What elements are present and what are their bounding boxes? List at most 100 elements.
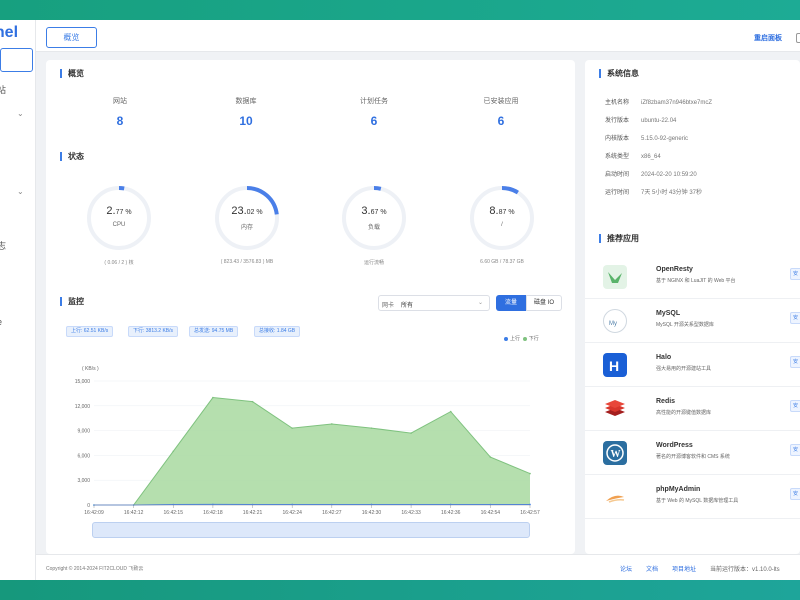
gauge-memory[interactable]: 23.02 % 内存 ( 823.43 / 3576.83 ) MB [212, 183, 282, 265]
x-tick-label: 16:42:18 [203, 510, 223, 516]
upload-point [489, 503, 492, 506]
sidebar-item-3[interactable] [0, 132, 35, 150]
nic-select[interactable]: 所有 ⌄ [378, 295, 490, 311]
gauge-cpu[interactable]: 2.77 % CPU ( 0.06 / 2 ) 核 [84, 183, 154, 266]
project-link[interactable]: 项目地址 [672, 564, 696, 573]
app-name: phpMyAdmin [656, 486, 701, 493]
svg-text:W: W [611, 449, 621, 460]
total-received-tag: 总接收: 1.84 GB [254, 326, 301, 337]
sidebar: anel 站 ⌄ ⌄ 志 f t e [0, 20, 36, 580]
download-point [291, 427, 293, 429]
x-tick-label: 16:42:24 [282, 510, 302, 516]
stat-websites[interactable]: 网站 8 [65, 96, 175, 128]
tab-overview[interactable]: 概览 [46, 27, 97, 48]
docs-link[interactable]: 文档 [646, 564, 658, 573]
upload-point [410, 503, 412, 506]
chart-zoom-slider[interactable] [92, 522, 530, 538]
install-button[interactable]: 安 [790, 268, 800, 280]
gauge-value-frac: 77 % [115, 209, 132, 216]
sidebar-item-home[interactable] [0, 48, 33, 72]
stat-cron-jobs[interactable]: 计划任务 6 [319, 96, 429, 128]
legend-down-label[interactable]: 下行 [529, 336, 539, 342]
card-title: 监控 [60, 297, 84, 306]
download-rate-tag: 下行: 3813.2 KB/s [128, 326, 179, 337]
sidebar-item-4[interactable] [0, 158, 35, 176]
stat-databases[interactable]: 数据库 10 [191, 96, 301, 128]
info-key: 内核版本 [605, 136, 630, 142]
y-tick-label: 3,000 [77, 478, 90, 484]
sidebar-item-9[interactable]: t [0, 288, 35, 306]
sidebar-item-5[interactable]: ⌄ [0, 184, 35, 202]
info-value: ubuntu-22.04 [641, 118, 677, 124]
sidebar-item-1[interactable]: 站 [0, 80, 35, 98]
chevron-down-icon: ⌄ [477, 300, 483, 306]
gauge-load[interactable]: 3.67 % 负载运行流畅 [339, 183, 409, 266]
stat-label: 网站 [113, 98, 127, 105]
download-point [410, 432, 412, 434]
traffic-button[interactable]: 流量 [496, 295, 526, 311]
sidebar-item-10[interactable]: e [0, 314, 35, 332]
upload-point [331, 503, 333, 506]
x-tick-label: 16:42:27 [322, 510, 342, 516]
info-row-boot-time: 启动时间 2024-02-20 10:59:20 [605, 169, 697, 178]
upload-point [370, 503, 373, 506]
upload-series-line [94, 503, 531, 506]
nic-select-label: 网卡 [382, 303, 395, 309]
brand-logo: anel [0, 24, 19, 41]
desktop-background-top [0, 0, 800, 22]
system-info-card: 系统信息 主机名称 iZf8zbam37n946btxe7mcZ 发行版本 ubun… [585, 60, 800, 233]
copyright-text: Copyright © 2014-2024 FIT2CLOUD 飞致云 [46, 566, 144, 572]
gauge-ring [87, 186, 151, 250]
desktop-background-bottom [0, 578, 800, 600]
gauge-value-int: 3. [361, 205, 371, 217]
gauge-footer: 运行流畅 [363, 260, 384, 266]
y-axis-label: ( KB/s ) [82, 366, 99, 372]
gauge-disk[interactable]: 8.87 % / 6.60 GB / 78.37 GB [467, 183, 537, 265]
status-card: 状态 2.77 % CPU ( 0.06 / 2 ) 核 23.02 % 内存 ( 82… [46, 143, 575, 295]
app-desc: 著名的开源博客软件和 CMS 系统 [656, 454, 730, 460]
x-tick-label: 16:42:15 [164, 510, 184, 516]
install-button[interactable]: 安 [790, 488, 800, 500]
chart-legend: 上行 下行 [504, 335, 539, 342]
info-row-distro: 发行版本 ubuntu-22.04 [605, 115, 676, 124]
install-button[interactable]: 安 [790, 312, 800, 324]
sidebar-item-8[interactable]: f [0, 262, 35, 280]
card-title: 系统信息 [599, 69, 639, 78]
stat-installed-apps[interactable]: 已安装应用 6 [446, 96, 556, 128]
svg-text:My: My [609, 321, 617, 327]
stat-value: 6 [370, 114, 378, 128]
sidebar-item-6[interactable] [0, 210, 35, 228]
info-value: x86_64 [641, 154, 661, 160]
gauge-name: 负载 [367, 225, 380, 231]
expand-icon[interactable] [796, 33, 800, 43]
legend-up-label[interactable]: 上行 [510, 336, 520, 342]
version-text: 当前运行版本：v1.10.0-lts [710, 567, 780, 573]
x-tick-label: 16:42:30 [362, 510, 382, 516]
app-desc: 基于 Web 的 MySQL 数据库管理工具 [656, 498, 739, 504]
sidebar-item-2[interactable]: ⌄ [0, 106, 35, 124]
app-name: Halo [656, 354, 672, 361]
install-button[interactable]: 安 [790, 444, 800, 456]
app-name: MySQL [656, 310, 681, 317]
x-tick-label: 16:42:57 [520, 510, 540, 516]
sidebar-item-7[interactable]: 志 [0, 236, 35, 254]
y-tick-label: 12,000 [75, 404, 91, 410]
download-point [212, 396, 214, 399]
disk-io-button[interactable]: 磁盘 IO [526, 295, 562, 311]
app-item-mysql: My MySQL MySQL 开源关系型数据库 安 [585, 299, 800, 343]
upload-point [449, 503, 452, 506]
restart-panel-link[interactable]: 重启面板 [754, 33, 782, 43]
install-button[interactable]: 安 [790, 356, 800, 368]
nic-select-value: 所有 [401, 303, 414, 309]
info-row-uptime: 运行时间 7天 5小时 43分钟 37秒 [605, 187, 702, 196]
network-chart: ( KB/s )15,00012,0009,0006,0003,000016:4… [75, 366, 540, 516]
forum-link[interactable]: 论坛 [620, 564, 632, 573]
y-tick-label: 0 [87, 503, 90, 509]
upload-point [529, 503, 531, 506]
install-button[interactable]: 安 [790, 400, 800, 412]
stat-label: 已安装应用 [483, 98, 519, 105]
upload-point [212, 503, 214, 506]
gauge-value-frac: 67 % [370, 209, 387, 216]
wordpress-icon: W [603, 441, 627, 465]
stat-label: 数据库 [235, 98, 257, 105]
